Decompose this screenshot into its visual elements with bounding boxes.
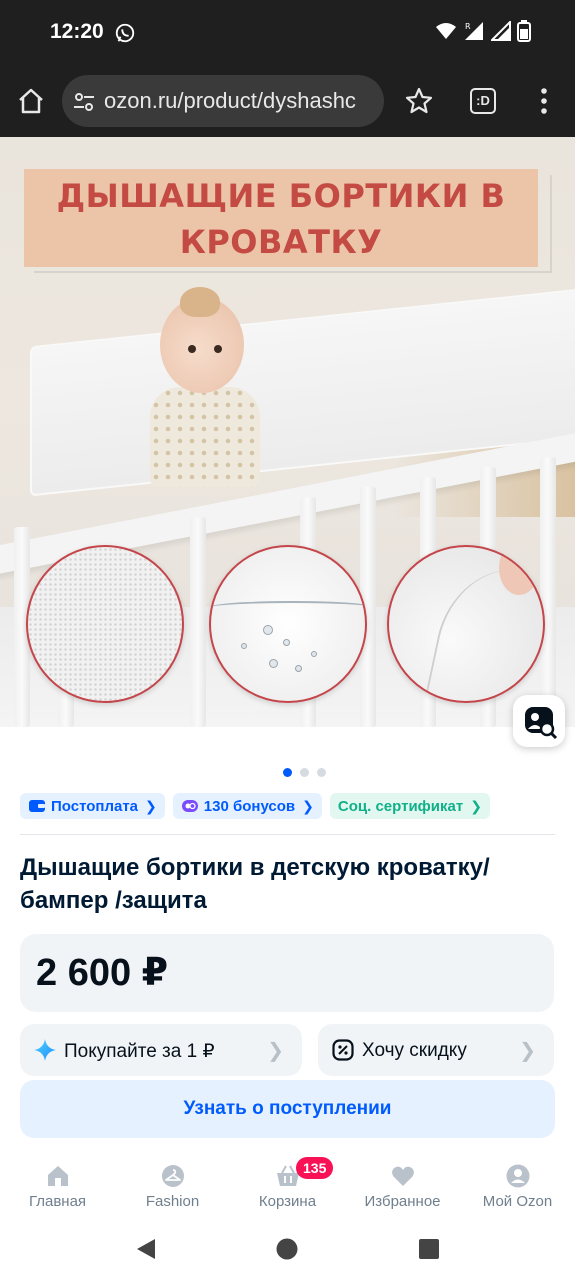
status-time: 12:20 [50, 20, 104, 43]
system-navigation [0, 1216, 575, 1280]
image-pager[interactable] [283, 768, 326, 777]
heart-icon [392, 1166, 414, 1186]
url-text[interactable]: ozon.ru/product/dyshashc [104, 88, 356, 114]
product-image[interactable]: ДЫШАЩИЕ БОРТИКИ В КРОВАТКУ [0, 137, 575, 727]
nav-label: Корзина [258, 1193, 317, 1210]
buy-for-1-rub-card[interactable]: Покупайте за 1 ₽ ❯ [20, 1024, 302, 1076]
want-discount-label: Хочу скидку [362, 1040, 467, 1061]
want-discount-card[interactable]: Хочу скидку ❯ [318, 1024, 554, 1076]
home-icon[interactable] [16, 86, 46, 116]
pager-dot[interactable] [283, 768, 292, 777]
pager-dot[interactable] [317, 768, 326, 777]
nav-fashion[interactable]: Fashion [115, 1150, 230, 1216]
wallet-icon [29, 800, 45, 812]
tab-switcher-button[interactable]: :D [470, 88, 496, 114]
nav-cart[interactable]: 135 Корзина [230, 1150, 345, 1216]
url-bar[interactable]: ozon.ru/product/dyshashc [62, 75, 384, 127]
site-settings-icon[interactable] [72, 90, 96, 114]
browser-chrome: 12:20 R ozon.ru/product/dyshashc:D [0, 0, 575, 137]
nav-home[interactable]: Главная [0, 1150, 115, 1216]
chevron-right-icon: ❯ [267, 1040, 284, 1062]
chevron-right-icon: ❯ [519, 1040, 536, 1062]
product-title: Дышащие бортики в детскую кроватку/ бамп… [20, 854, 490, 914]
chevron-right-icon: ❯ [470, 797, 482, 814]
camera-search-icon [525, 707, 558, 740]
nav-my-ozon[interactable]: Мой Ozon [460, 1150, 575, 1216]
signal-roaming-icon: R [465, 22, 483, 40]
back-icon[interactable] [135, 1238, 157, 1260]
chip-postpay[interactable]: Постоплата ❯ [20, 793, 165, 819]
pager-dot[interactable] [300, 768, 309, 777]
bookmark-star-icon[interactable] [404, 86, 434, 116]
profile-icon [506, 1164, 530, 1188]
water-detail-circle [209, 545, 367, 703]
discount-tag-icon [332, 1039, 354, 1061]
home-circle-icon[interactable] [276, 1238, 298, 1260]
product-chips: Постоплата ❯ 130 бонусов ❯ Соц. сертификат… [20, 793, 490, 819]
chip-label: Соц. сертификат [337, 797, 464, 815]
promo-banner: ДЫШАЩИЕ БОРТИКИ В КРОВАТКУ [24, 169, 538, 267]
bonus-coin-icon [181, 800, 198, 812]
more-menu-icon[interactable] [532, 84, 556, 118]
chevron-right-icon: ❯ [145, 797, 157, 814]
nav-label: Избранное [364, 1193, 441, 1210]
sparkle-icon [34, 1039, 56, 1061]
chip-label: 130 бонусов [203, 797, 296, 815]
chip-social-certificate[interactable]: Соц. сертификат ❯ [329, 793, 490, 819]
chevron-right-icon: ❯ [302, 797, 314, 814]
svg-text:R: R [465, 22, 471, 31]
bottom-navigation: Главная Fashion 135 Корзина Избранное Мо… [0, 1150, 575, 1216]
nav-favorites[interactable]: Избранное [345, 1150, 460, 1216]
chip-bonuses[interactable]: 130 бонусов ❯ [172, 793, 322, 819]
nav-label: Fashion [145, 1193, 200, 1210]
nav-label: Мой Ozon [482, 1193, 553, 1210]
mesh-detail-circle [26, 545, 184, 703]
fabric-detail-circle [387, 545, 545, 703]
baby-photo [150, 287, 280, 487]
home-icon [48, 1166, 68, 1186]
wifi-icon [436, 23, 456, 39]
banner-line-2: КРОВАТКУ [179, 223, 383, 261]
hanger-icon [162, 1165, 184, 1187]
chip-label: Постоплата [51, 797, 139, 815]
battery-icon [517, 20, 531, 42]
browser-toolbar: ozon.ru/product/dyshashc :D [0, 64, 575, 137]
divider [20, 834, 555, 835]
whatsapp-icon [115, 23, 135, 43]
buy-for-label: Покупайте за 1 ₽ [64, 1041, 215, 1062]
image-search-button[interactable] [513, 695, 565, 747]
system-indicators: R [435, 20, 531, 42]
nav-label: Главная [28, 1193, 87, 1210]
notify-availability-button[interactable]: Узнать о поступлении [20, 1080, 555, 1138]
cart-count-badge: 135 [296, 1157, 334, 1179]
signal-icon [491, 21, 511, 41]
recents-icon[interactable] [419, 1239, 439, 1259]
status-bar: 12:20 R [0, 0, 575, 64]
product-price: 2 600 ₽ [36, 952, 169, 994]
banner-line-1: ДЫШАЩИЕ БОРТИКИ В [56, 177, 506, 215]
price-card: 2 600 ₽ [20, 934, 554, 1012]
